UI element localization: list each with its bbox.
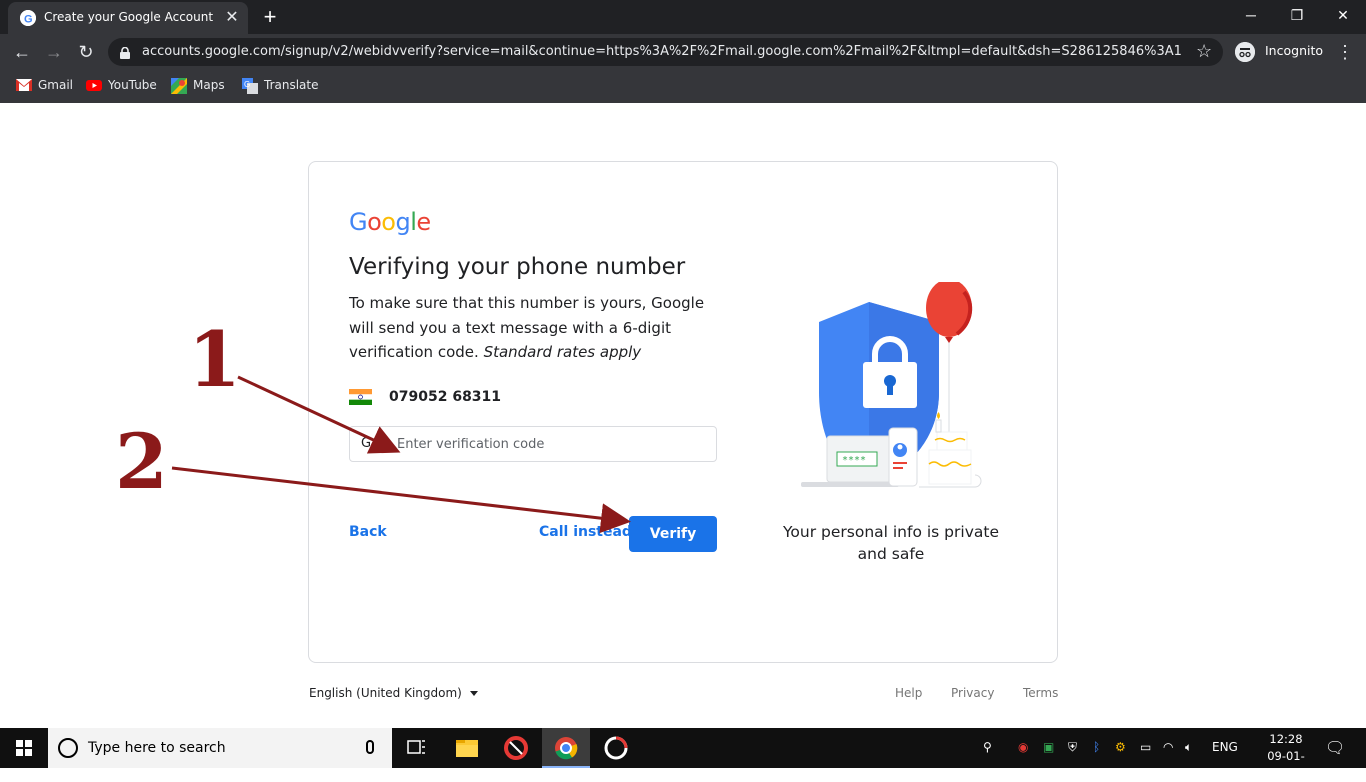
file-explorer-icon[interactable] (442, 728, 490, 768)
clock-date: 09-01-2020 (1267, 749, 1305, 780)
laptop-icon: **** (801, 435, 899, 487)
privacy-link[interactable]: Privacy (951, 686, 994, 700)
back-arrow-icon[interactable]: ← (10, 40, 34, 64)
language-label: English (United Kingdom) (309, 686, 462, 700)
phone-number: 079052 68311 (389, 389, 502, 405)
youtube-icon (86, 78, 102, 92)
volume-icon[interactable]: 🔈︎ (1185, 740, 1192, 755)
system-clock[interactable]: 12:28 09-01-2020 (1256, 731, 1316, 782)
tab-close-icon[interactable]: ✕ (222, 8, 242, 28)
new-tab-button[interactable]: + (258, 6, 282, 30)
security-illustration: **** (779, 279, 999, 512)
browser-title-bar: G Create your Google Account ✕ + ─ ❐ ✕ (0, 0, 1366, 34)
wifi-icon[interactable]: ◠ (1163, 740, 1173, 754)
code-prefix: G- (361, 436, 376, 451)
google-favicon-icon: G (20, 10, 36, 26)
windows-start-icon[interactable] (0, 728, 48, 768)
address-bar[interactable]: accounts.google.com/signup/v2/webidvveri… (108, 38, 1223, 66)
recorder-icon[interactable] (592, 728, 640, 768)
help-link[interactable]: Help (895, 686, 922, 700)
ccleaner-tray-icon[interactable]: ◉ (1018, 740, 1028, 754)
forward-arrow-icon[interactable]: → (42, 40, 66, 64)
bluetooth-icon[interactable]: ᛒ (1093, 740, 1100, 754)
language-selector[interactable]: English (United Kingdom) (309, 686, 478, 700)
annotation-number-1: 1 (188, 315, 241, 404)
bookmark-star-icon[interactable]: ☆ (1196, 41, 1212, 62)
notification-icon[interactable]: 🗨︎ (1325, 738, 1345, 757)
description: To make sure that this number is yours, … (349, 291, 729, 365)
people-icon[interactable]: ⚲ (983, 740, 992, 754)
call-instead-button[interactable]: Call instead (539, 524, 632, 540)
tray-app-icon[interactable]: ▣ (1043, 740, 1054, 754)
bookmark-label: Gmail (38, 78, 74, 92)
input-language[interactable]: ENG (1212, 740, 1238, 754)
reload-icon[interactable]: ↻ (74, 40, 98, 64)
cortana-icon (58, 738, 78, 758)
close-window-button[interactable]: ✕ (1320, 0, 1366, 30)
verification-card: Google Verifying your phone number To ma… (308, 161, 1058, 663)
windows-taskbar: Type here to search ⚲ ◉ ▣ ⛨ ᛒ ⚙ ▭ ◠ 🔈︎ E… (0, 728, 1366, 780)
cake-icon (928, 412, 972, 485)
defender-icon[interactable]: ⛨ (1068, 740, 1077, 755)
phone-device-icon (888, 427, 918, 487)
verification-code-field[interactable]: G- (349, 426, 717, 462)
incognito-icon (1235, 42, 1255, 62)
translate-icon: G (242, 78, 258, 94)
lock-icon (120, 46, 130, 59)
terms-link[interactable]: Terms (1023, 686, 1058, 700)
google-logo: Google (349, 208, 431, 236)
back-button[interactable]: Back (349, 524, 387, 540)
restore-button[interactable]: ❐ (1274, 0, 1320, 30)
kebab-menu-icon[interactable]: ⋮ (1336, 40, 1354, 64)
page-title: Verifying your phone number (349, 254, 686, 280)
svg-text:G: G (244, 80, 250, 89)
minimize-button[interactable]: ─ (1228, 0, 1274, 30)
bookmark-label: Translate (264, 78, 319, 92)
bookmark-label: YouTube (108, 78, 157, 92)
ccleaner-icon[interactable] (492, 728, 540, 768)
annotation-number-2: 2 (115, 417, 168, 506)
bookmark-label: Maps (193, 78, 225, 92)
tab-title: Create your Google Account (44, 10, 214, 24)
taskbar-search-box[interactable]: Type here to search (48, 728, 392, 768)
google-logo-letter: o (381, 208, 396, 236)
battery-icon[interactable]: ▭ (1140, 740, 1151, 754)
task-view-icon[interactable] (392, 728, 440, 768)
chevron-down-icon (469, 691, 478, 696)
google-logo-letter: e (416, 208, 431, 236)
security-tray-icon[interactable]: ⚙ (1115, 740, 1126, 754)
gmail-icon (16, 78, 32, 92)
bookmarks-bar: Gmail YouTube Maps G Translate (0, 70, 1366, 103)
incognito-label: Incognito (1265, 43, 1324, 58)
india-flag-icon (349, 389, 372, 405)
taskbar-search-placeholder: Type here to search (88, 740, 226, 756)
google-logo-letter: G (349, 208, 368, 236)
privacy-message: Your personal info is private and safe (783, 523, 999, 563)
description-emphasis: Standard rates apply (483, 343, 642, 361)
verify-button[interactable]: Verify (629, 516, 717, 552)
browser-toolbar: ← → ↻ accounts.google.com/signup/v2/webi… (0, 34, 1366, 70)
maps-icon (171, 78, 187, 94)
chrome-taskbar-icon[interactable] (542, 728, 590, 768)
password-mask: **** (842, 455, 866, 466)
browser-tab[interactable]: G Create your Google Account ✕ (8, 2, 248, 34)
svg-text:G: G (24, 14, 33, 26)
url-text: accounts.google.com/signup/v2/webidvveri… (142, 44, 1182, 59)
google-logo-letter: g (395, 208, 411, 236)
google-logo-letter: o (367, 208, 382, 236)
clock-time: 12:28 (1269, 732, 1303, 746)
verification-code-input[interactable] (397, 433, 697, 455)
microphone-icon[interactable] (366, 740, 374, 754)
